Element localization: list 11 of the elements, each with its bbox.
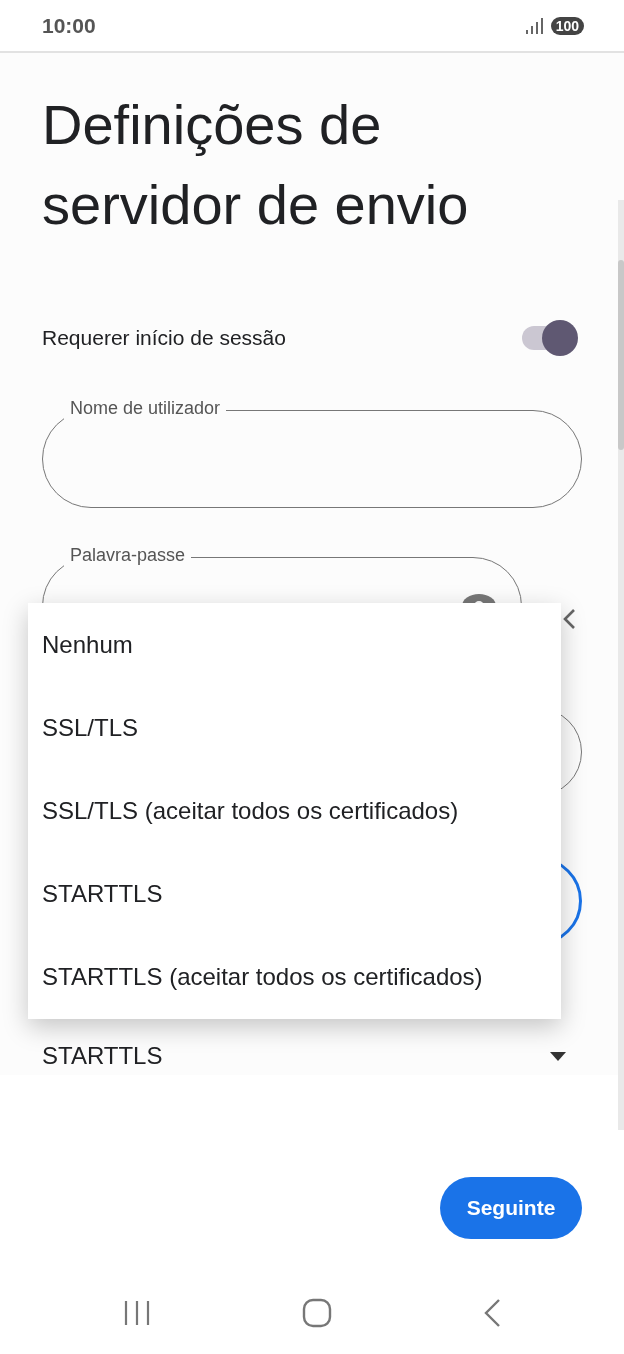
status-time: 10:00 <box>42 12 96 39</box>
menu-option[interactable]: SSL/TLS <box>42 686 561 769</box>
menu-option[interactable]: STARTTLS <box>42 852 561 935</box>
page-title: Definições de servidor de envio <box>41 92 470 238</box>
next-button[interactable]: Seguinte <box>440 1177 582 1239</box>
toggle-label: Requerer início de sessão <box>42 325 286 352</box>
battery-level: 100 <box>550 16 584 35</box>
menu-option[interactable]: STARTTLS (aceitar todos os certificados) <box>42 935 561 1018</box>
dropdown-value[interactable]: STARTTLS <box>42 1038 163 1074</box>
menu-option[interactable]: Nenhum <box>42 603 561 686</box>
menu-option[interactable]: SSL/TLS (aceitar todos os certificados) <box>42 769 561 852</box>
